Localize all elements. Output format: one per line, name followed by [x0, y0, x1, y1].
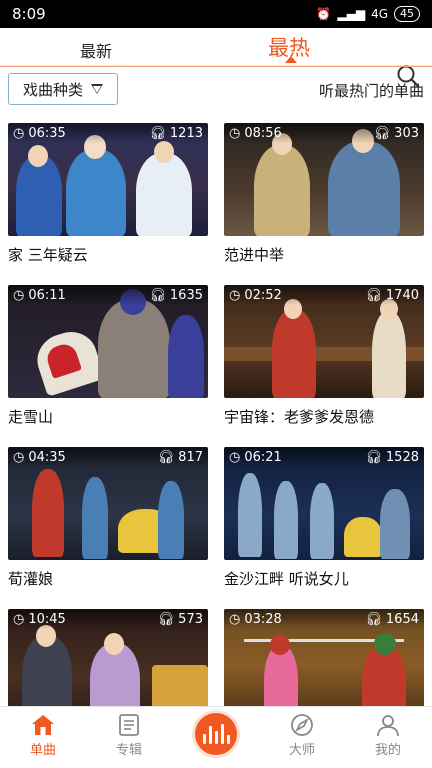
song-thumbnail: ◷ 06:21 🎧︎ 1528 — [224, 447, 424, 560]
tab-latest[interactable]: 最新 — [80, 38, 112, 62]
song-card[interactable]: ◷ 06:21 🎧︎ 1528 金沙江畔 听说女儿 — [224, 447, 424, 589]
song-duration: 03:28 — [244, 611, 282, 627]
headphones-icon: 🎧︎ — [365, 287, 382, 303]
headphones-icon: 🎧︎ — [365, 449, 382, 465]
nav-singles[interactable]: 单曲 — [13, 713, 73, 758]
thumbnail-overlay: ◷ 02:52 🎧︎ 1740 — [224, 285, 424, 305]
thumbnail-overlay: ◷ 03:28 🎧︎ 1654 — [224, 609, 424, 629]
headphones-icon: 🎧︎ — [149, 125, 166, 141]
headphones-icon: 🎧︎ — [365, 611, 382, 627]
nav-singles-label: 单曲 — [29, 743, 56, 758]
thumbnail-overlay: ◷ 06:11 🎧︎ 1635 — [8, 285, 208, 305]
song-title: 宇宙锋：老爹爹发恩德 — [224, 408, 375, 426]
song-card[interactable]: ◷ 02:52 🎧︎ 1740 宇宙锋：老爹爹发恩德 — [224, 285, 424, 427]
song-title: 家 三年疑云 — [8, 246, 88, 264]
song-listens: 1654 — [385, 611, 419, 627]
song-listens: 1740 — [385, 287, 419, 303]
clock-icon: ◷ — [13, 287, 25, 303]
song-duration: 04:35 — [28, 449, 66, 465]
headphones-icon: 🎧︎ — [149, 287, 166, 303]
song-thumbnail: ◷ 08:56 🎧︎ 303 — [224, 123, 424, 236]
clock-icon: ◷ — [13, 125, 25, 141]
song-duration: 02:52 — [244, 287, 282, 303]
song-title: 金沙江畔 听说女儿 — [224, 570, 349, 588]
nav-mine[interactable]: 我的 — [358, 713, 418, 758]
battery-level: 45 — [394, 6, 420, 22]
signal-icon: ▂▄▆ — [337, 7, 366, 21]
song-thumbnail: ◷ 02:52 🎧︎ 1740 — [224, 285, 424, 398]
song-thumbnail: ◷ 04:35 🎧︎ 817 — [8, 447, 208, 560]
thumbnail-overlay: ◷ 04:35 🎧︎ 817 — [8, 447, 208, 467]
filter-bar: 戏曲种类 听最热门的单曲 — [0, 67, 432, 113]
song-listens: 1213 — [169, 125, 203, 141]
clock-icon: ◷ — [13, 611, 25, 627]
network-type: 4G — [371, 7, 388, 21]
thumbnail-overlay: ◷ 10:45 🎧︎ 573 — [8, 609, 208, 629]
headphones-icon: 🎧︎ — [157, 611, 175, 627]
song-title: 走雪山 — [8, 408, 54, 426]
song-card[interactable]: ◷ 06:11 🎧︎ 1635 走雪山 — [8, 285, 208, 427]
song-duration: 06:35 — [28, 125, 66, 141]
clock-icon: ◷ — [13, 449, 25, 465]
bottom-nav-bar: 单曲 专辑 大师 我的 — [0, 706, 432, 768]
clock-icon: ◷ — [229, 611, 241, 627]
filter-hint-text: 听最热门的单曲 — [318, 82, 424, 100]
clock-icon: ◷ — [229, 449, 241, 465]
alarm-off-icon: ⏰ — [316, 7, 332, 21]
nav-albums[interactable]: 专辑 — [99, 713, 159, 758]
song-duration: 08:56 — [244, 125, 282, 141]
song-title: 荀灌娘 — [8, 570, 54, 588]
song-listens: 1635 — [169, 287, 203, 303]
active-tab-indicator — [285, 56, 297, 63]
song-thumbnail: ◷ 06:35 🎧︎ 1213 — [8, 123, 208, 236]
filter-label: 戏曲种类 — [22, 80, 83, 99]
song-title: 范进中举 — [224, 246, 285, 264]
dropdown-triangle-icon — [91, 84, 103, 94]
status-icons: ⏰ ▂▄▆ 4G 45 — [316, 6, 420, 22]
clock-icon: ◷ — [229, 287, 241, 303]
clock-icon: ◷ — [229, 125, 241, 141]
album-list-icon — [119, 714, 139, 736]
top-tab-bar: 最新 最热 — [0, 28, 432, 88]
nav-albums-label: 专辑 — [115, 743, 142, 758]
song-card[interactable]: ◷ 06:35 🎧︎ 1213 家 三年疑云 — [8, 123, 208, 265]
song-thumbnail: ◷ 06:11 🎧︎ 1635 — [8, 285, 208, 398]
status-bar: 8:09 ⏰ ▂▄▆ 4G 45 — [0, 0, 432, 28]
thumbnail-overlay: ◷ 06:21 🎧︎ 1528 — [224, 447, 424, 467]
song-card[interactable]: ◷ 08:56 🎧︎ 303 范进中举 — [224, 123, 424, 265]
thumbnail-overlay: ◷ 08:56 🎧︎ 303 — [224, 123, 424, 143]
song-duration: 06:21 — [244, 449, 282, 465]
home-icon — [32, 715, 54, 735]
song-listens: 303 — [394, 125, 419, 141]
compass-icon — [291, 714, 313, 736]
song-listens: 573 — [178, 611, 203, 627]
thumbnail-overlay: ◷ 06:35 🎧︎ 1213 — [8, 123, 208, 143]
nav-masters[interactable]: 大师 — [272, 713, 332, 758]
song-duration: 10:45 — [28, 611, 66, 627]
status-time: 8:09 — [12, 5, 46, 23]
song-listens: 1528 — [385, 449, 419, 465]
opera-type-filter-button[interactable]: 戏曲种类 — [8, 73, 118, 105]
user-icon — [377, 715, 399, 737]
headphones-icon: 🎧︎ — [373, 125, 391, 141]
player-button[interactable] — [192, 710, 240, 758]
equalizer-icon — [202, 734, 206, 744]
song-listens: 817 — [178, 449, 203, 465]
song-card[interactable]: ◷ 04:35 🎧︎ 817 荀灌娘 — [8, 447, 208, 589]
song-duration: 06:11 — [28, 287, 66, 303]
nav-mine-label: 我的 — [374, 743, 401, 758]
nav-masters-label: 大师 — [288, 743, 315, 758]
headphones-icon: 🎧︎ — [157, 449, 175, 465]
